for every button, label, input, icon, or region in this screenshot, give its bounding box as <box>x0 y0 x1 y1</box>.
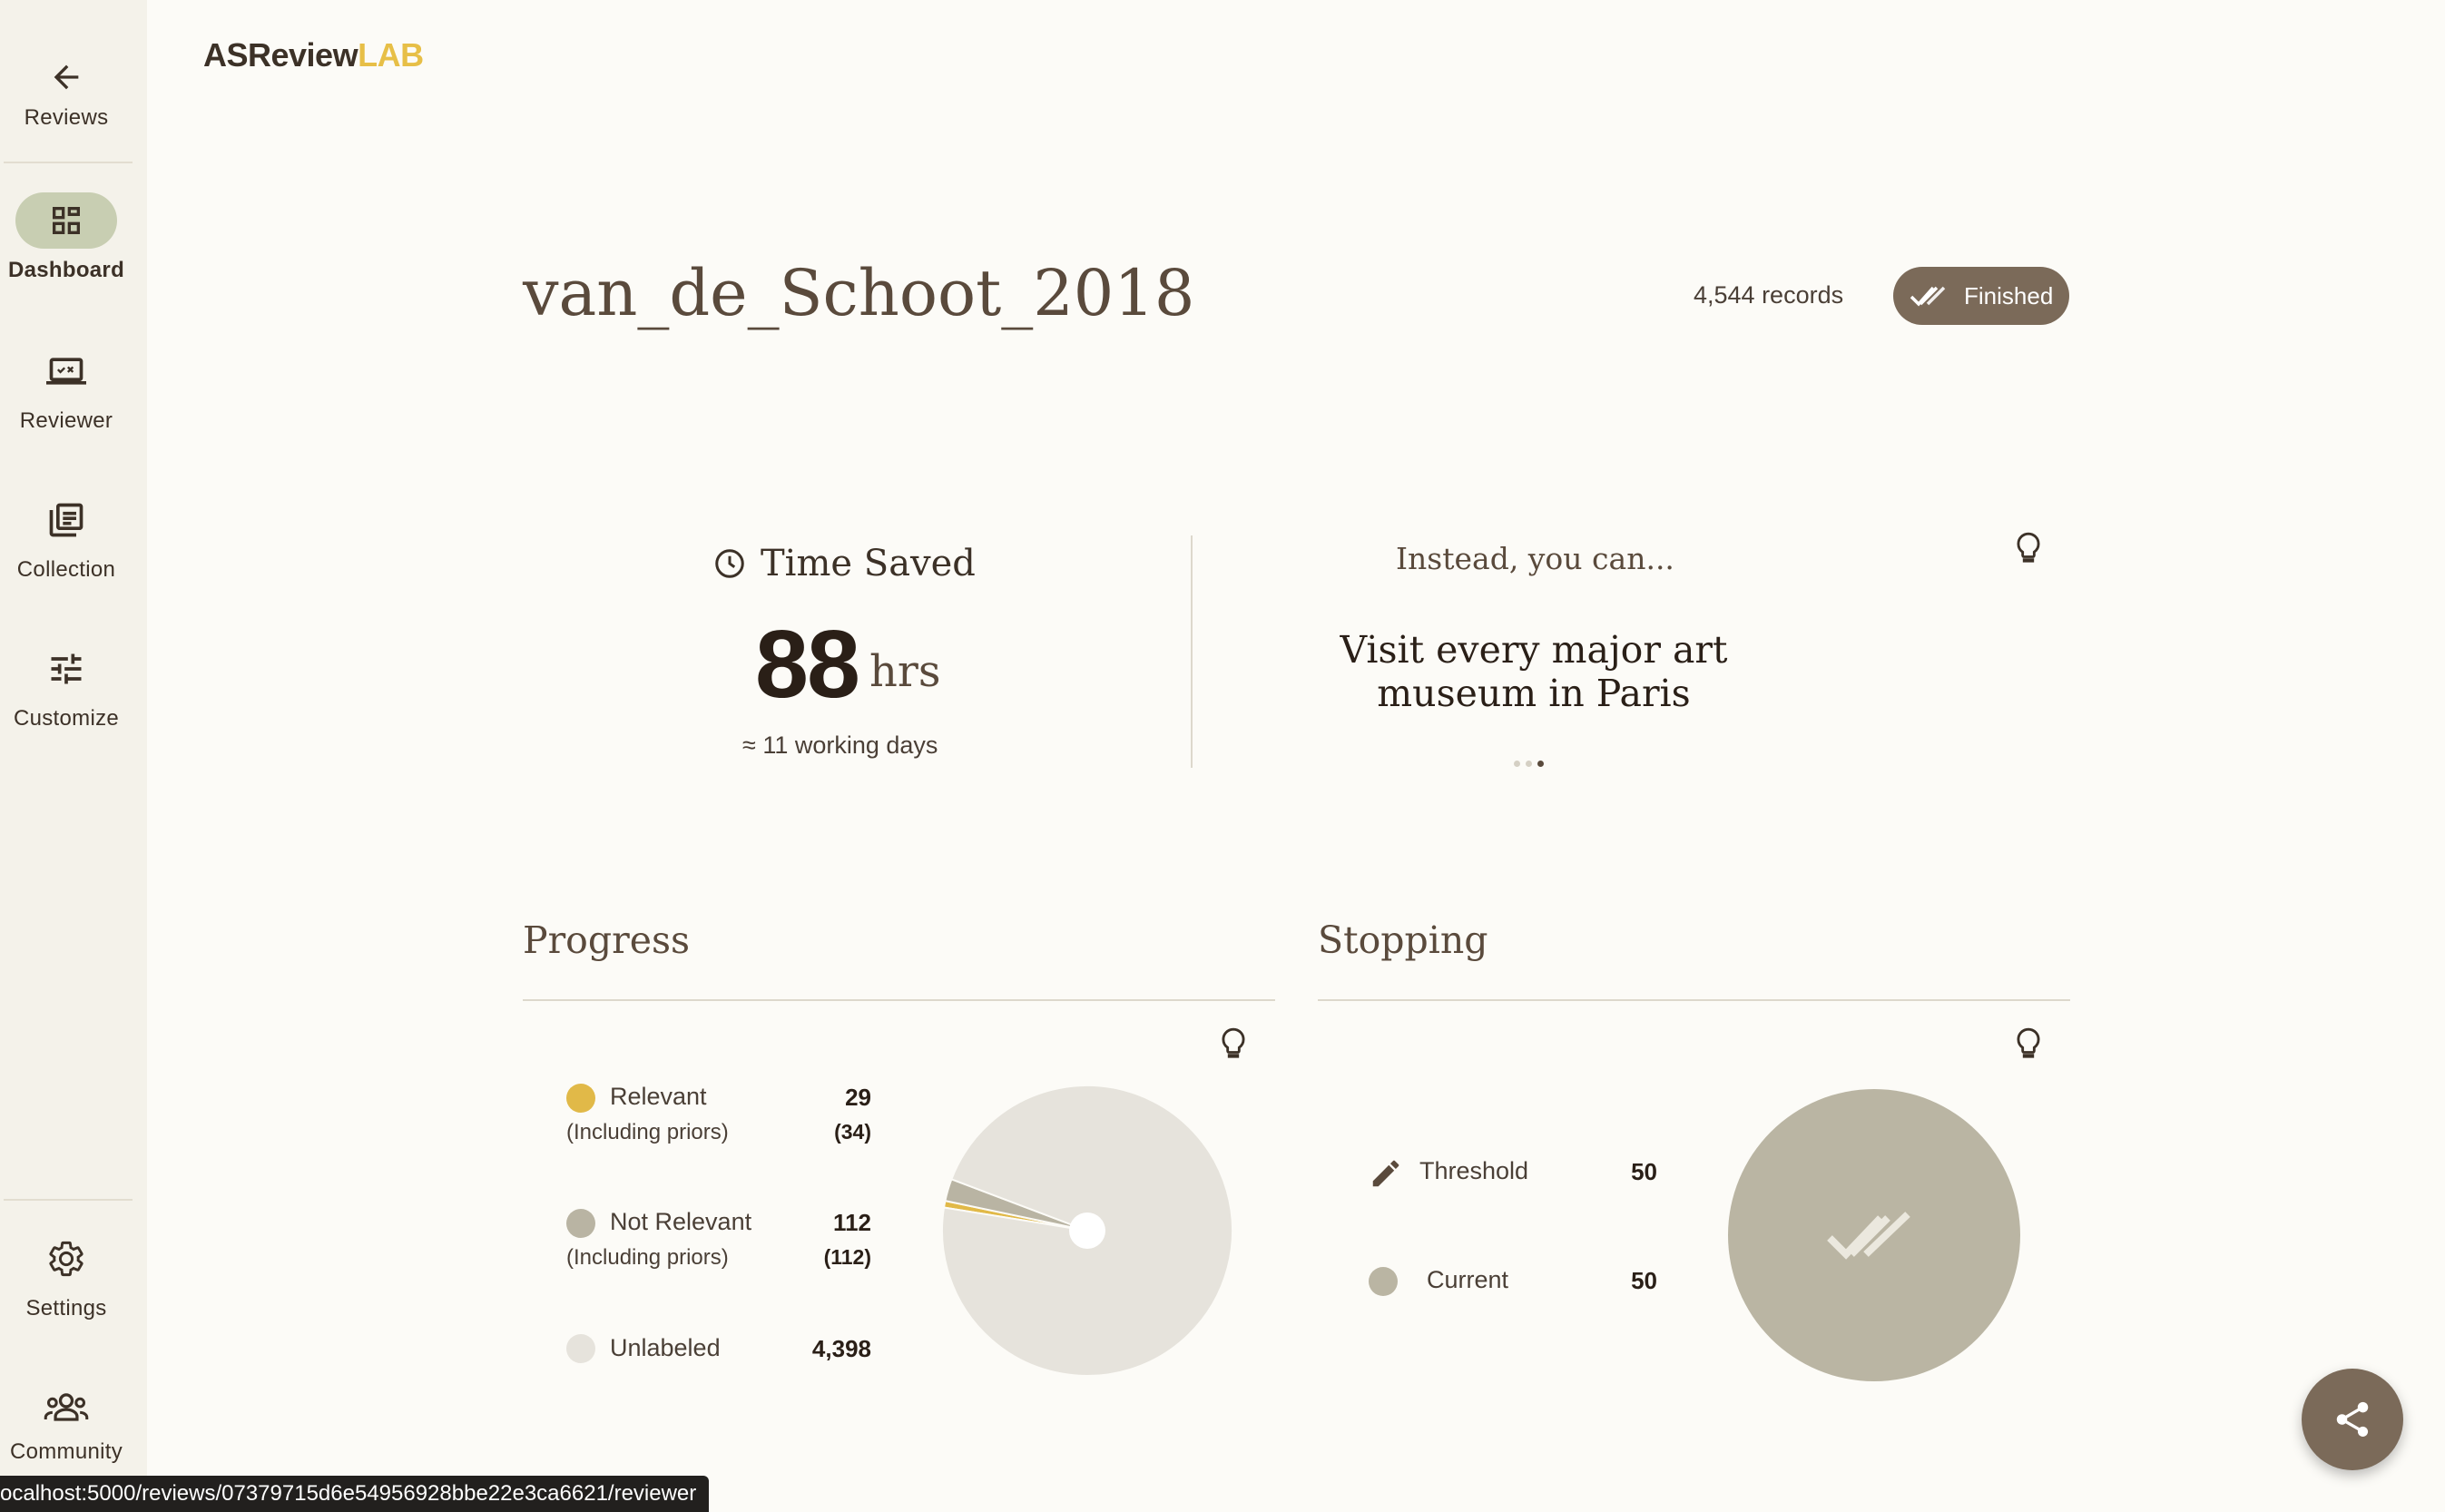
legend-label-unlabeled: Unlabeled <box>610 1334 721 1361</box>
nav-item-reviewer[interactable]: Reviewer <box>0 343 133 434</box>
legend-dot-relevant <box>566 1084 595 1113</box>
nav-item-customize[interactable]: Customize <box>0 641 133 731</box>
nav-item-community[interactable]: Community <box>0 1379 133 1465</box>
progress-title: Progress <box>523 918 691 962</box>
nav-item-settings[interactable]: Settings <box>0 1231 133 1321</box>
carousel-dots[interactable] <box>1514 761 1549 767</box>
status-bar-url: ocalhost:5000/reviews/07379715d6e5495692… <box>0 1476 710 1512</box>
dashboard-icon <box>15 192 117 249</box>
current-value: 50 <box>1631 1267 1657 1294</box>
threshold-value: 50 <box>1631 1158 1657 1185</box>
nav-divider <box>4 162 133 163</box>
share-fab[interactable] <box>2302 1369 2445 1470</box>
status-badge[interactable]: Finished <box>1893 267 2069 325</box>
progress-divider <box>523 999 1275 1001</box>
time-saved-heading: Time Saved <box>713 543 976 584</box>
community-icon <box>15 1379 117 1436</box>
progress-pie-chart <box>941 1085 1233 1377</box>
current-dot <box>1369 1267 1398 1296</box>
instead-suggestion: Visit every major art museum in Paris <box>1340 628 1728 715</box>
stopping-divider <box>1318 999 2070 1001</box>
legend-sub-not-relevant: (Including priors) <box>566 1245 729 1270</box>
nav-label: Settings <box>25 1296 107 1321</box>
nav-label: Reviews <box>24 105 109 130</box>
records-count: 4,544 records <box>1694 281 1844 309</box>
done-all-icon <box>1827 1212 1910 1260</box>
share-button[interactable] <box>2302 1369 2403 1470</box>
nav-label: Reviewer <box>19 408 113 433</box>
nav-item-dashboard[interactable]: Dashboard <box>0 192 133 283</box>
sidebar: Reviews Dashboard Reviewer Collection Cu… <box>0 0 147 1512</box>
arrow-left-icon <box>15 49 117 105</box>
share-icon <box>2336 1401 2369 1438</box>
section-divider <box>1191 535 1193 768</box>
page-title: van_de_Schoot_2018 <box>523 256 1195 330</box>
app-logo[interactable]: ASReviewLAB <box>203 36 424 74</box>
nav-item-collection[interactable]: Collection <box>0 492 133 583</box>
legend-value-relevant-priors: (34) <box>834 1120 871 1144</box>
nav-label: Dashboard <box>7 258 125 282</box>
time-saved-title: Time Saved <box>761 543 976 584</box>
status-badge-label: Finished <box>1964 281 2054 309</box>
time-saved-days: ≈ 11 working days <box>742 731 938 759</box>
nav-divider <box>4 1199 133 1201</box>
nav-label: Community <box>9 1439 123 1464</box>
legend-label-not-relevant: Not Relevant <box>610 1208 752 1235</box>
legend-dot-not-relevant <box>566 1209 595 1238</box>
carousel-dot[interactable] <box>1514 761 1520 767</box>
done-all-icon <box>1910 286 1946 307</box>
lightbulb-icon[interactable] <box>2011 1026 2046 1066</box>
nav-label: Customize <box>13 706 120 731</box>
clock-icon <box>715 549 744 578</box>
legend-value-unlabeled: 4,398 <box>811 1335 871 1362</box>
stopping-title: Stopping <box>1318 918 1488 962</box>
pie-center-hole <box>1069 1213 1105 1249</box>
legend-value-not-relevant-priors: (112) <box>823 1245 871 1269</box>
legend-label-relevant: Relevant <box>610 1083 707 1110</box>
logo-main: ASReview <box>203 36 358 74</box>
gear-icon <box>15 1231 117 1287</box>
legend-sub-relevant: (Including priors) <box>566 1120 729 1144</box>
stopping-indicator-circle <box>1728 1089 2020 1381</box>
current-label: Current <box>1427 1266 1509 1293</box>
lightbulb-icon[interactable] <box>2011 530 2046 571</box>
carousel-dot-active[interactable] <box>1537 761 1544 767</box>
tune-icon <box>15 641 117 697</box>
reviewer-icon <box>15 343 117 399</box>
collection-icon <box>15 492 117 548</box>
carousel-dot[interactable] <box>1526 761 1532 767</box>
time-saved-value: 88 <box>755 611 860 718</box>
instead-heading: Instead, you can... <box>1396 541 1674 576</box>
legend-value-not-relevant: 112 <box>833 1209 871 1236</box>
nav-label: Collection <box>16 557 116 582</box>
lightbulb-icon[interactable] <box>1216 1026 1251 1066</box>
edit-threshold-icon[interactable] <box>1369 1156 1403 1195</box>
logo-accent: LAB <box>358 36 424 74</box>
time-saved-unit: hrs <box>869 646 941 697</box>
legend-dot-unlabeled <box>566 1334 595 1363</box>
nav-back-reviews[interactable]: Reviews <box>0 49 133 131</box>
threshold-label: Threshold <box>1419 1157 1529 1184</box>
legend-value-relevant: 29 <box>845 1084 871 1111</box>
